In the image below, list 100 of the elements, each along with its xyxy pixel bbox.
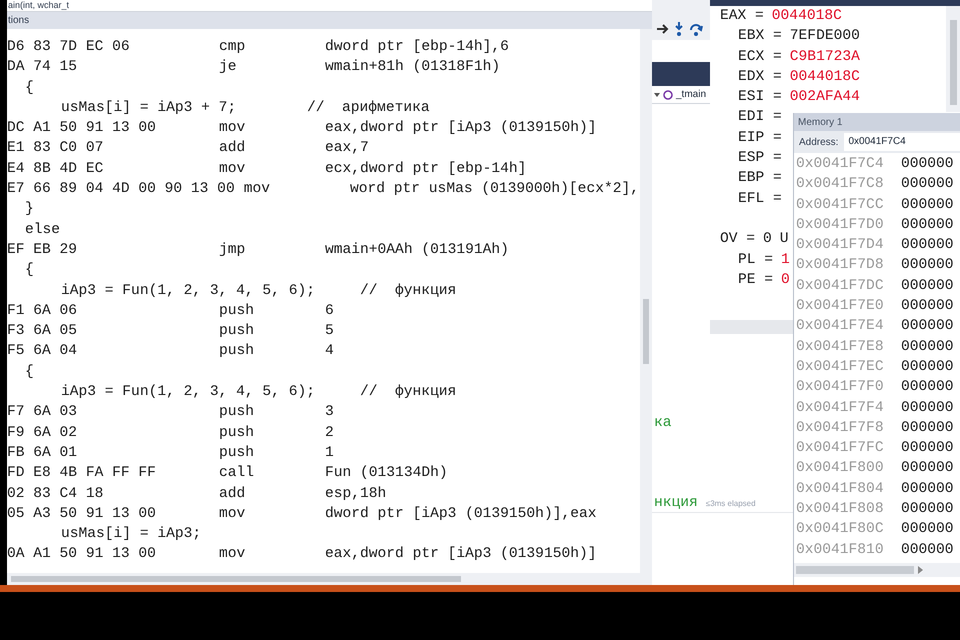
machine-code: DA 74 15 [7, 58, 78, 78]
memory-value: 000000 [901, 175, 954, 194]
arrow-right-icon[interactable] [657, 24, 669, 34]
operand: word ptr usMas (0139000h)[ecx*2], [350, 180, 639, 200]
register-name: ESP = [738, 149, 782, 168]
memory-value: 000000 [901, 155, 954, 174]
mnemonic: mov [219, 545, 246, 564]
memory-address: 0x0041F7F8 [796, 418, 885, 438]
memory-value: 000000 [901, 459, 954, 478]
operand: 2 [325, 424, 334, 443]
operand: 1 [325, 444, 334, 463]
memory-value: 000000 [901, 338, 954, 357]
operand: eax,7 [325, 139, 369, 158]
mnemonic: add [219, 139, 246, 158]
function-dropdown[interactable]: _tmain [676, 87, 706, 102]
machine-code: E1 83 C0 07 [7, 139, 104, 158]
memory-address: 0x0041F808 [796, 500, 885, 520]
memory-value: 000000 [901, 358, 954, 377]
machine-code: F9 6A 02 [7, 424, 78, 443]
horizontal-scrollbar[interactable] [7, 573, 652, 585]
code-comment: // функция [360, 383, 456, 402]
operand: dword ptr [iAp3 (0139150h)],eax [325, 504, 596, 524]
memory-address: 0x0041F7C8 [796, 175, 885, 194]
memory-address: 0x0041F7D0 [796, 216, 885, 235]
register-name: EDI = [738, 108, 782, 128]
operand: Fun (013134Dh) [325, 464, 448, 484]
memory-address: 0x0041F7EC [796, 358, 885, 377]
memory-value: 000000 [901, 196, 954, 215]
code-comment: // функция [360, 282, 456, 301]
memory-value: 000000 [901, 418, 954, 438]
memory-address: 0x0041F7F4 [796, 398, 885, 418]
scroll-right-icon[interactable] [918, 566, 923, 574]
memory-address: 0x0041F7DC [796, 276, 885, 296]
memory-value: 000000 [901, 520, 954, 540]
operand: wmain+81h (01318F1h) [325, 58, 500, 78]
operand: 3 [325, 403, 334, 422]
memory-address: 0x0041F7E0 [796, 297, 885, 316]
memory-address: 0x0041F7C4 [796, 155, 885, 174]
memory-value: 000000 [901, 480, 954, 499]
machine-code: D6 83 7D EC 06 [7, 38, 131, 57]
register-name: U [780, 230, 789, 250]
memory-address: 0x0041F80C [796, 520, 885, 540]
window-title: Memory 1 [797, 116, 842, 130]
memory-value: 000000 [901, 378, 954, 398]
memory-address: 0x0041F810 [796, 540, 885, 560]
mnemonic: jmp [219, 240, 246, 260]
register-name: EAX = [720, 7, 764, 26]
tab-strip [652, 62, 710, 86]
memory-value: 000000 [901, 276, 954, 296]
memory-value: 000000 [901, 317, 954, 336]
operand: esp,18h [325, 484, 386, 504]
machine-code: F1 6A 06 [7, 302, 78, 321]
mnemonic: add [219, 484, 246, 504]
memory-value: 000000 [901, 236, 954, 256]
mnemonic: call [219, 464, 256, 484]
register-value: C9B1723A [790, 48, 860, 67]
register-name: PE = [738, 270, 774, 290]
mnemonic: push [219, 342, 256, 362]
vertical-scrollbar[interactable] [640, 29, 652, 573]
memory-address: 0x0041F7E8 [796, 338, 885, 357]
machine-code: DC A1 50 91 13 00 [7, 119, 157, 138]
step-into-icon[interactable] [675, 22, 683, 36]
function-icon [663, 90, 673, 100]
step-over-icon[interactable] [689, 22, 703, 36]
memory-address: 0x0041F7D8 [796, 256, 885, 276]
mnemonic: push [219, 322, 256, 342]
comment-text: нкция [653, 494, 698, 513]
memory-address: 0x0041F7FC [796, 439, 885, 458]
source-code: usMas[i] = iAp3; [61, 525, 202, 544]
source-code: } [25, 200, 34, 220]
vertical-scrollbar[interactable] [946, 6, 960, 112]
machine-code: F7 6A 03 [7, 403, 78, 422]
memory-address: 0x0041F804 [796, 480, 885, 499]
register-value: 0044018C [772, 7, 842, 26]
mnemonic: push [219, 424, 256, 443]
source-code: { [25, 78, 34, 98]
machine-code: EF EB 29 [7, 240, 78, 260]
memory-address: 0x0041F7F0 [796, 378, 885, 398]
register-name: EDX = [738, 68, 782, 87]
operand: 5 [325, 322, 334, 342]
register-name: EBP = [738, 169, 782, 188]
source-code: { [25, 261, 34, 280]
horizontal-scrollbar[interactable] [710, 320, 793, 334]
function-signature: ain(int, wchar_t [7, 0, 70, 11]
address-field[interactable]: 0x0041F7C4 [844, 133, 960, 151]
register-name: ESI = [738, 88, 782, 108]
options-label[interactable]: tions [7, 13, 30, 28]
register-value: 0044018C [790, 68, 860, 87]
operand: eax,dword ptr [iAp3 (0139150h)] [325, 119, 596, 138]
register-value: 7EFDE000 [790, 27, 860, 46]
horizontal-scrollbar[interactable] [796, 566, 914, 574]
mnemonic: mov [219, 504, 246, 524]
register-value: 0 [781, 270, 790, 290]
dropdown-caret-icon[interactable] [654, 92, 660, 96]
memory-address: 0x0041F7CC [796, 196, 885, 215]
machine-code: F5 6A 04 [7, 342, 78, 362]
source-code: iAp3 = Fun(1, 2, 3, 4, 5, 6); [61, 282, 316, 301]
operand: 6 [325, 302, 334, 321]
memory-address: 0x0041F800 [796, 459, 885, 478]
operand: wmain+0AAh (013191Ah) [325, 240, 509, 260]
